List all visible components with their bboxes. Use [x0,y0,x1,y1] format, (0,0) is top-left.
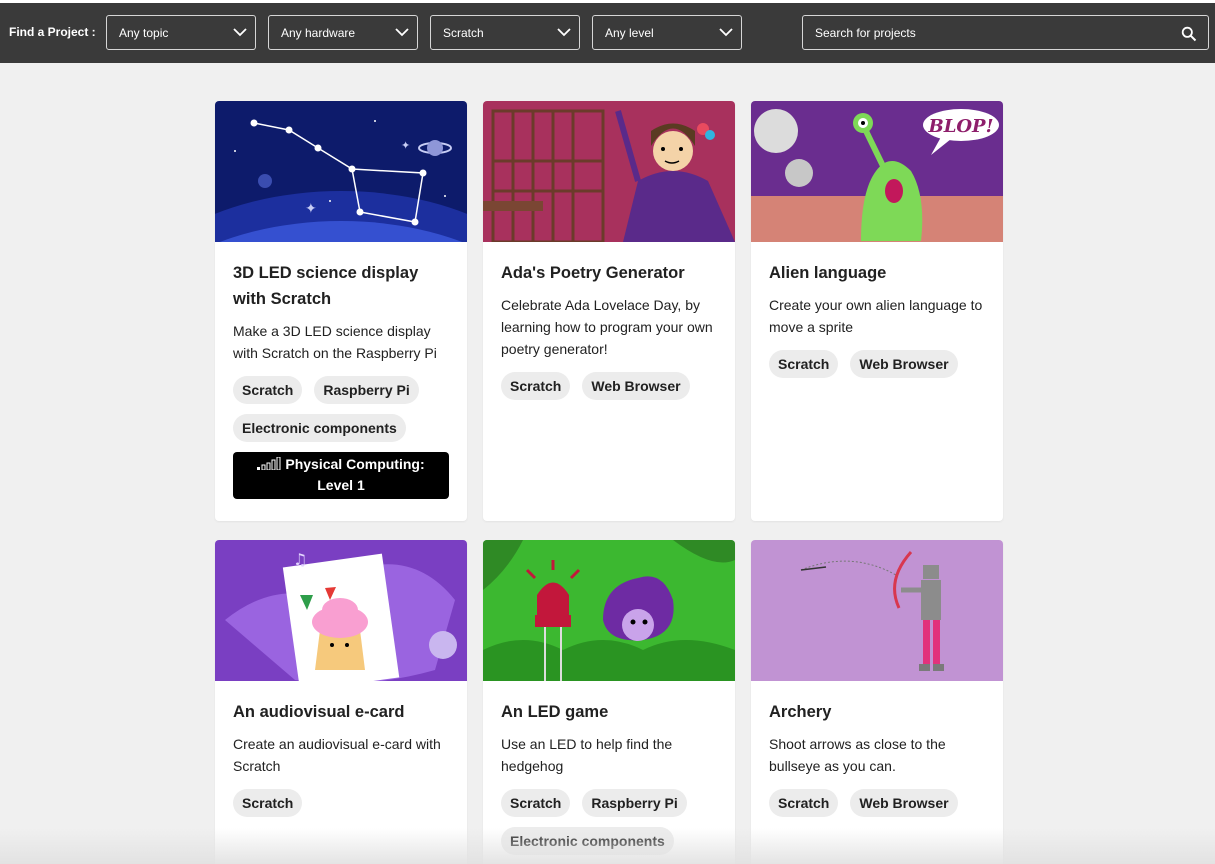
svg-text:✦: ✦ [305,201,317,217]
project-description: Use an LED to help find the hedgehog [501,736,673,774]
project-description: Create an audiovisual e-card with Scratc… [233,736,441,774]
tag-web-browser: Web Browser [582,372,690,400]
project-thumbnail-alien: BLOP! [751,101,1003,242]
tag-list: Scratch [233,789,449,817]
svg-text:♫: ♫ [293,550,307,569]
tag-scratch: Scratch [501,789,571,817]
project-title: Ada's Poetry Generator [501,264,685,282]
tag-scratch: Scratch [233,789,303,817]
project-card[interactable]: Ada's Poetry Generator Celebrate Ada Lov… [483,101,735,521]
project-description: Celebrate Ada Lovelace Day, by learning … [501,297,713,357]
project-title: Archery [769,703,832,721]
project-description: Shoot arrows as close to the bullseye as… [769,736,946,774]
chevron-down-icon [557,28,571,37]
project-card[interactable]: ✦ ✦ 3D LED science display with Scratch … [215,101,467,521]
tag-list: Scratch Raspberry Pi Electronic componen… [233,376,449,442]
topic-select[interactable]: Any topic [106,15,256,50]
level-badge-label: Physical Computing: Level 1 [285,456,425,493]
chevron-down-icon [233,28,247,37]
level-badge: Physical Computing: Level 1 [233,452,449,499]
tag-web-browser: Web Browser [850,350,958,378]
tag-raspberry-pi: Raspberry Pi [582,789,687,817]
tag-scratch: Scratch [769,350,839,378]
tag-electronic-components: Electronic components [233,414,406,442]
level-select[interactable]: Any level [592,15,742,50]
tag-raspberry-pi: Raspberry Pi [314,376,419,404]
search-icon[interactable] [1181,26,1197,42]
tag-list: Scratch Web Browser [769,789,985,817]
tag-web-browser: Web Browser [850,789,958,817]
level-select-value: Any level [605,26,654,40]
tag-scratch: Scratch [233,376,303,404]
project-thumbnail-archery [751,540,1003,681]
project-card[interactable]: BLOP! Alien language Create your own ali… [751,101,1003,521]
project-card[interactable]: ♫ An audiovisual e-card Create an audiov… [215,540,467,864]
svg-text:✦: ✦ [401,139,410,152]
project-thumbnail-constellation: ✦ ✦ [215,101,467,242]
tag-electronic-components: Electronic components [501,827,674,855]
chevron-down-icon [719,28,733,37]
project-thumbnail-ecard: ♫ [215,540,467,681]
software-select-value: Scratch [443,26,484,40]
tag-scratch: Scratch [501,372,571,400]
chevron-down-icon [395,28,409,37]
project-card[interactable]: An LED game Use an LED to help find the … [483,540,735,864]
project-title: An LED game [501,703,609,721]
speech-bubble-text: BLOP! [928,116,994,137]
topic-select-value: Any topic [119,26,169,40]
tag-scratch: Scratch [769,789,839,817]
project-thumbnail-ada-lovelace [483,101,735,242]
tag-list: Scratch Web Browser [501,372,717,400]
signal-bars-icon [257,456,281,471]
project-title: Alien language [769,264,887,282]
project-thumbnail-led-hedgehog [483,540,735,681]
tag-list: Scratch Raspberry Pi Electronic componen… [501,789,717,855]
hardware-select[interactable]: Any hardware [268,15,418,50]
project-filter-bar: Find a Project : Any topic Any hardware … [0,0,1215,63]
project-title: An audiovisual e-card [233,703,405,721]
software-select[interactable]: Scratch [430,15,580,50]
search-input[interactable] [802,15,1209,50]
tag-list: Scratch Web Browser [769,350,985,378]
project-card[interactable]: Archery Shoot arrows as close to the bul… [751,540,1003,864]
project-description: Make a 3D LED science display with Scrat… [233,323,437,361]
hardware-select-value: Any hardware [281,26,356,40]
project-description: Create your own alien language to move a… [769,297,983,335]
project-title: 3D LED science display with Scratch [233,264,419,308]
filter-label: Find a Project : [9,25,96,39]
